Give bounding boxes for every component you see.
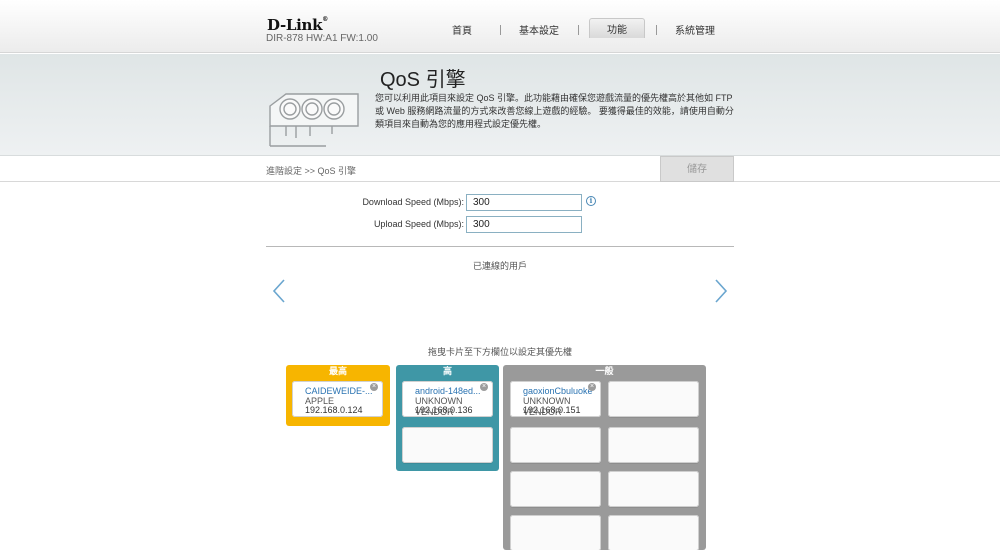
priority-column-highest: 最高 CAIDEWEIDE-... APPLE 192.168.0.124 × — [286, 365, 390, 426]
nav-separator — [500, 25, 501, 35]
nav-separator — [656, 25, 657, 35]
close-icon[interactable]: × — [480, 383, 488, 391]
top-header: D-Link® DIR-878 HW:A1 FW:1.00 首頁 基本設定 功能… — [0, 0, 1000, 53]
close-icon[interactable]: × — [370, 383, 378, 391]
section-divider — [266, 246, 734, 247]
client-card[interactable]: android-148ed... UNKNOWN 192.168.0.136 V… — [402, 381, 493, 417]
column-header: 最高 — [328, 366, 347, 376]
nav-home[interactable]: 首頁 — [442, 18, 482, 38]
breadcrumb-bar: 進階設定 >> QoS 引擎 儲存 — [0, 156, 1000, 182]
empty-card-slot[interactable] — [608, 381, 699, 417]
client-ip: 192.168.0.124 — [305, 405, 363, 415]
client-vendor-ghost: VENDOR — [523, 407, 562, 417]
download-speed-input[interactable] — [466, 194, 582, 211]
empty-card-slot[interactable] — [510, 427, 601, 463]
client-vendor-ghost: VENDOR — [415, 407, 454, 417]
nav-management[interactable]: 系統管理 — [670, 18, 720, 38]
chevron-left-icon[interactable] — [270, 278, 288, 304]
priority-column-normal: 一般 gaoxionCbuluoke UNKNOWN 192.168.0.151… — [503, 365, 706, 550]
save-button[interactable]: 儲存 — [660, 156, 734, 182]
client-name[interactable]: gaoxionCbuluoke — [523, 386, 595, 396]
upload-speed-input[interactable] — [466, 216, 582, 233]
empty-card-slot[interactable] — [608, 515, 699, 550]
qos-engine-illustration-icon — [269, 93, 359, 147]
nav-basic-settings[interactable]: 基本設定 — [515, 18, 563, 38]
empty-card-slot[interactable] — [608, 471, 699, 507]
download-speed-label: Download Speed (Mbps): — [362, 197, 464, 207]
nav-features[interactable]: 功能 — [589, 18, 645, 38]
close-icon[interactable]: × — [588, 383, 596, 391]
column-header: 高 — [442, 366, 452, 376]
dlink-logo: D-Link® — [267, 16, 328, 34]
page-banner: QoS 引擎 您可以利用此項目來設定 QoS 引擎。此功能藉由確保您遊戲流量的優… — [0, 54, 1000, 156]
client-name[interactable]: android-148ed... — [415, 386, 487, 396]
info-icon[interactable]: i — [586, 196, 596, 206]
empty-card-slot[interactable] — [510, 471, 601, 507]
upload-speed-label: Upload Speed (Mbps): — [373, 219, 464, 229]
empty-card-slot[interactable] — [510, 515, 601, 550]
column-header: 一般 — [595, 366, 614, 376]
page-description: 您可以利用此項目來設定 QoS 引擎。此功能藉由確保您遊戲流量的優先權高於其他如… — [375, 93, 734, 129]
model-info: DIR-878 HW:A1 FW:1.00 — [266, 33, 378, 44]
client-card[interactable]: CAIDEWEIDE-... APPLE 192.168.0.124 × — [292, 381, 383, 417]
chevron-right-icon[interactable] — [712, 278, 730, 304]
connected-clients-title: 已連線的用戶 — [472, 261, 527, 271]
priority-column-high: 高 android-148ed... UNKNOWN 192.168.0.136… — [396, 365, 499, 471]
breadcrumb: 進階設定 >> QoS 引擎 — [266, 166, 357, 176]
client-card[interactable]: gaoxionCbuluoke UNKNOWN 192.168.0.151 VE… — [510, 381, 601, 417]
client-name[interactable]: CAIDEWEIDE-... — [305, 386, 377, 396]
nav-separator — [578, 25, 579, 35]
page-title: QoS 引擎 — [380, 69, 466, 91]
empty-card-slot[interactable] — [402, 427, 493, 463]
empty-card-slot[interactable] — [608, 427, 699, 463]
drag-hint: 拖曳卡片至下方欄位以設定其優先權 — [427, 347, 572, 357]
